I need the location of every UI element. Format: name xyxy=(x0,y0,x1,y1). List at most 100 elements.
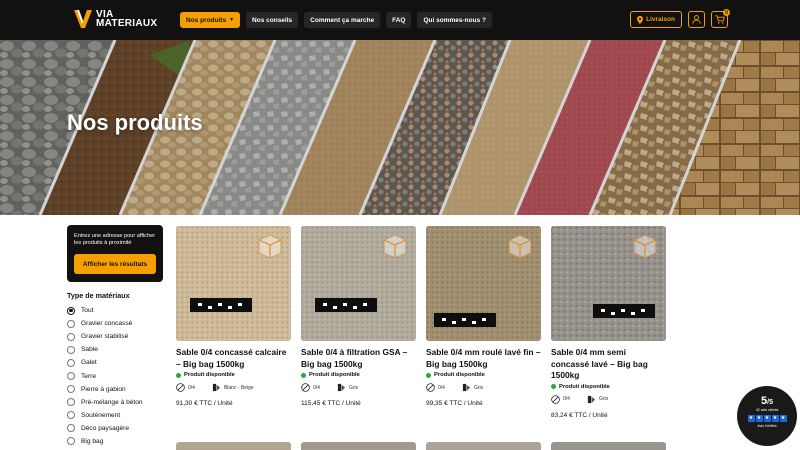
nav-nos-produits[interactable]: Nos produits ▼ xyxy=(180,12,241,28)
available-dot-icon xyxy=(551,384,556,389)
nav-faq[interactable]: FAQ xyxy=(386,12,412,28)
cart-count-badge: 0 xyxy=(723,9,730,16)
star-icon: ★ xyxy=(747,415,755,422)
grain-size: 0/4 xyxy=(313,384,320,391)
radio[interactable] xyxy=(67,345,75,354)
product-specs: 0/4 Gris xyxy=(551,394,666,404)
product-card[interactable]: Sable 0/4 concassé calcaire – Big bag 15… xyxy=(176,226,291,407)
product-card-next-row[interactable] xyxy=(426,442,541,450)
filter-sable[interactable]: Sable xyxy=(67,343,167,356)
nav-nos-conseils[interactable]: Nos conseils xyxy=(246,12,299,28)
nav-label: Nos produits xyxy=(186,16,227,24)
color-value: Blanc - Beige xyxy=(223,384,254,391)
radio[interactable] xyxy=(67,385,75,394)
filter-label: Gravier concassé xyxy=(81,320,133,328)
product-card-next-row[interactable] xyxy=(301,442,416,450)
radio[interactable] xyxy=(67,358,75,367)
product-title[interactable]: Sable 0/4 mm semi concassé lavé – Big ba… xyxy=(551,347,666,382)
logo-text-line2: MATERIAUX xyxy=(96,18,158,29)
filter-tout[interactable]: Tout xyxy=(67,304,167,317)
radio[interactable] xyxy=(67,319,75,328)
product-image[interactable] xyxy=(176,226,291,341)
nav-qui-sommes-nous[interactable]: Qui sommes-nous ? xyxy=(417,12,492,28)
filter-pre-melange-beton[interactable]: Pré-mélange à béton xyxy=(67,396,167,409)
nav-label: Comment ça marche xyxy=(310,16,375,24)
grain-size-icon xyxy=(426,383,435,392)
rating-reviews: 42 avis clients xyxy=(755,408,779,412)
radio[interactable] xyxy=(67,372,75,381)
top-navbar: VIA MATERIAUX Nos produits ▼ Nos conseil… xyxy=(0,0,800,40)
product-card-next-row[interactable] xyxy=(551,442,666,450)
stock-label: Produit disponible xyxy=(434,372,485,378)
color-value: Gris xyxy=(598,396,609,402)
star-icon: ★ xyxy=(779,415,787,422)
rating-max: /5 xyxy=(767,399,773,406)
filter-soutenement[interactable]: Soutènement xyxy=(67,409,167,422)
color-value: Gris xyxy=(473,384,484,391)
product-card[interactable]: Sable 0/4 mm roulé lavé fin – Big bag 15… xyxy=(426,226,541,407)
product-card-next-row[interactable] xyxy=(176,442,291,450)
delivery-button[interactable]: Livraison xyxy=(630,11,682,28)
show-results-button[interactable]: Afficher les résultats xyxy=(74,254,156,274)
available-dot-icon xyxy=(176,372,181,378)
chevron-down-icon: ▼ xyxy=(229,17,235,23)
filter-pierre-a-gabion[interactable]: Pierre à gabion xyxy=(67,383,167,396)
header-actions: Livraison 0 xyxy=(630,9,730,28)
radio[interactable] xyxy=(67,398,75,407)
filter-big-bag[interactable]: Big bag xyxy=(67,435,167,448)
product-title[interactable]: Sable 0/4 à filtration GSA – Big bag 150… xyxy=(301,347,416,370)
filter-label: Pré-mélange à béton xyxy=(81,398,143,406)
radio[interactable] xyxy=(67,332,75,341)
filter-label: Terre xyxy=(81,372,97,380)
product-image[interactable] xyxy=(551,226,666,341)
account-button[interactable] xyxy=(688,11,705,28)
product-title[interactable]: Sable 0/4 concassé calcaire – Big bag 15… xyxy=(176,347,291,370)
site-logo[interactable]: VIA MATERIAUX xyxy=(74,9,157,29)
radio[interactable] xyxy=(67,424,75,433)
available-dot-icon xyxy=(426,372,431,378)
rating-brand: Avis Vérifiés xyxy=(757,424,777,428)
filter-title: Type de matériaux xyxy=(67,291,130,300)
grain-size: 0/4 xyxy=(188,384,195,391)
grain-size-icon xyxy=(301,383,310,392)
filter-label: Déco paysagère xyxy=(81,424,130,432)
stock-status: Produit disponible xyxy=(551,384,666,390)
big-bag-icon xyxy=(383,234,407,259)
filter-gravier-concasse[interactable]: Gravier concassé xyxy=(67,317,167,330)
grain-size-icon xyxy=(551,394,560,404)
filter-deco-paysagere[interactable]: Déco paysagère xyxy=(67,422,167,435)
available-dot-icon xyxy=(301,372,306,378)
stock-label: Produit disponible xyxy=(559,383,610,390)
filter-label: Big bag xyxy=(81,437,104,445)
radio[interactable] xyxy=(67,437,75,446)
product-card[interactable]: Sable 0/4 à filtration GSA – Big bag 150… xyxy=(301,226,416,407)
filter-label: Soutènement xyxy=(81,411,121,419)
nav-comment-ca-marche[interactable]: Comment ça marche xyxy=(304,12,381,28)
address-box: Entrez une adresse pour afficher les pro… xyxy=(67,225,163,282)
product-card[interactable]: Sable 0/4 mm semi concassé lavé – Big ba… xyxy=(551,226,666,419)
filter-label: Sable xyxy=(81,346,98,354)
cart-button[interactable]: 0 xyxy=(711,9,730,28)
product-price: 83,24 € TTC / Unité xyxy=(551,411,608,419)
product-price: 99,35 € TTC / Unité xyxy=(426,400,483,407)
product-specs: 0/4 Gris xyxy=(301,383,416,392)
big-bag-icon xyxy=(633,234,657,259)
map-pin-icon xyxy=(637,15,644,24)
product-title[interactable]: Sable 0/4 mm roulé lavé fin – Big bag 15… xyxy=(426,347,541,370)
product-price: 91,30 € TTC / Unité xyxy=(176,400,233,407)
stock-status: Produit disponible xyxy=(301,372,416,378)
rating-widget[interactable]: 5/5 42 avis clients ★ ★ ★ ★ ★ Avis Vérif… xyxy=(737,386,797,446)
radio[interactable] xyxy=(67,411,75,420)
filter-gravier-stabilise[interactable]: Gravier stabilisé xyxy=(67,330,167,343)
nav-label: Qui sommes-nous ? xyxy=(423,16,486,24)
product-price: 115,45 € TTC / Unité xyxy=(301,400,361,407)
filter-terre[interactable]: Terre xyxy=(67,369,167,382)
filter-label: Galet xyxy=(81,359,97,367)
filter-sidebar: Entrez une adresse pour afficher les pro… xyxy=(67,225,167,448)
product-image[interactable] xyxy=(301,226,416,341)
filter-galet[interactable]: Galet xyxy=(67,356,167,369)
product-image[interactable] xyxy=(426,226,541,341)
radio-checked[interactable] xyxy=(67,306,75,315)
grain-size: 0/4 xyxy=(438,384,445,391)
filter-label: Pierre à gabion xyxy=(81,385,126,393)
